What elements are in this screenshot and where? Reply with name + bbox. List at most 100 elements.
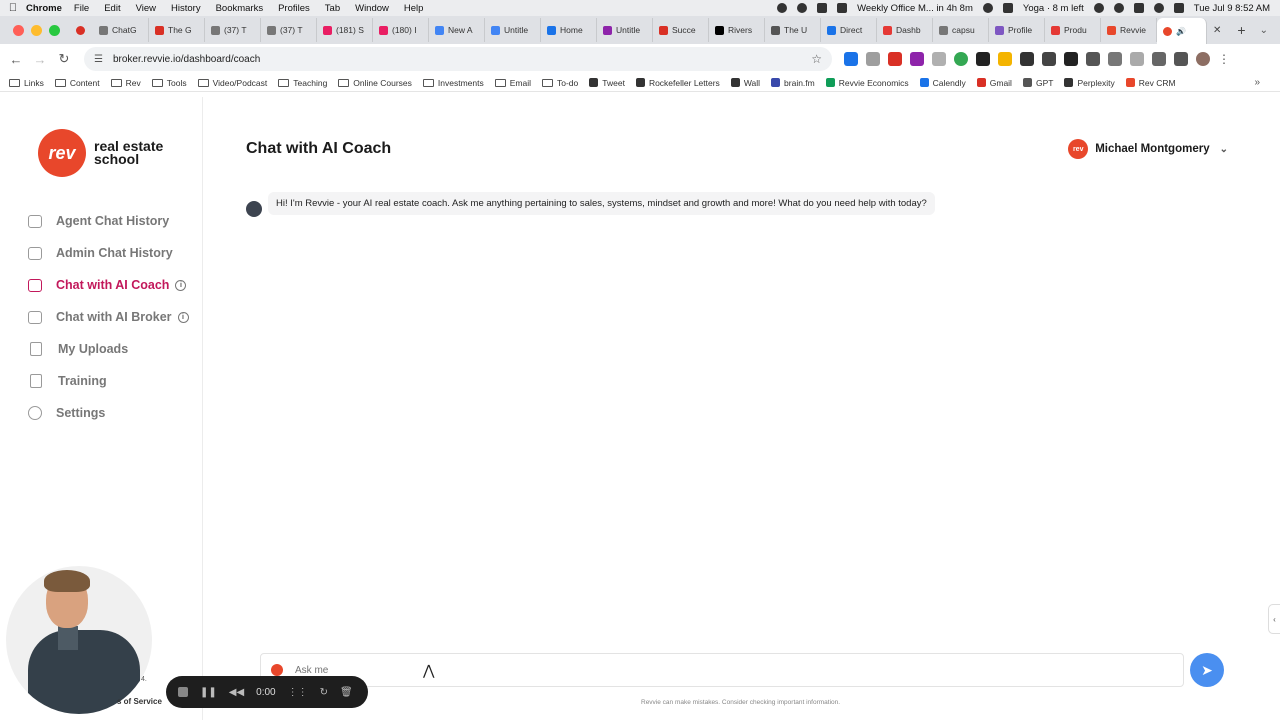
menu-edit[interactable]: Edit [104, 3, 120, 14]
extension-icon[interactable] [1108, 52, 1122, 66]
chat-composer[interactable]: ⋀ [260, 653, 1184, 687]
minimize-window-button[interactable] [31, 24, 42, 36]
extension-icon[interactable] [1064, 52, 1078, 66]
send-button[interactable]: ➤ [1190, 653, 1224, 687]
info-icon[interactable]: i [175, 279, 187, 291]
download-icon[interactable] [1174, 52, 1188, 66]
bookmark-item[interactable]: Tools [151, 78, 187, 88]
bookmark-star-icon[interactable]: ☆ [811, 52, 822, 66]
sidebar-item-agent-chat-history[interactable]: Agent Chat History [28, 205, 189, 237]
browser-tab[interactable]: The U [765, 18, 821, 42]
bookmark-item[interactable]: Calendly [919, 78, 966, 88]
tab-search-icon[interactable]: ⌄ [1260, 25, 1268, 36]
status-app-icon[interactable] [1133, 3, 1144, 13]
browser-tab[interactable]: Direct [821, 18, 877, 42]
sidebar-item-admin-chat-history[interactable]: Admin Chat History [28, 237, 189, 269]
browser-tab[interactable]: Untitle [485, 18, 541, 42]
back-button[interactable]: ← [4, 52, 28, 67]
status-app-icon[interactable] [1002, 3, 1013, 13]
bookmark-item[interactable]: Teaching [278, 78, 327, 88]
extension-icon[interactable] [976, 52, 990, 66]
new-tab-button[interactable]: + [1237, 22, 1245, 38]
bookmark-item[interactable]: Email [494, 78, 531, 88]
site-info-icon[interactable]: ☰ [94, 54, 103, 65]
menu-file[interactable]: File [74, 3, 89, 14]
menu-bookmarks[interactable]: Bookmarks [216, 3, 264, 14]
info-icon[interactable]: i [177, 311, 189, 323]
reload-button[interactable]: ↻ [52, 51, 76, 67]
menu-history[interactable]: History [171, 3, 201, 14]
extension-icon[interactable] [888, 52, 902, 66]
bookmark-item[interactable]: Revvie Economics [825, 78, 909, 88]
bookmark-item[interactable]: Links [9, 78, 44, 88]
rewind-button[interactable]: ◀◀ [229, 687, 244, 698]
bookmark-item[interactable]: Wall [730, 78, 760, 88]
stop-recording-button[interactable] [178, 687, 188, 697]
extension-icon[interactable] [932, 52, 946, 66]
bookmark-item[interactable]: Investments [422, 78, 484, 88]
bookmark-item[interactable]: Content [54, 78, 100, 88]
extension-icon[interactable] [1020, 52, 1034, 66]
browser-tab[interactable]: (37) T [205, 18, 261, 42]
bookmark-item[interactable]: Rockefeller Letters [635, 78, 720, 88]
browser-tab[interactable]: Dashb [877, 18, 933, 42]
restart-icon[interactable]: ↻ [320, 687, 328, 698]
bookmark-item[interactable]: To-do [541, 78, 578, 88]
extension-icon[interactable] [954, 52, 968, 66]
terms-of-service-link[interactable]: s of Service [117, 697, 162, 706]
extension-icon[interactable] [866, 52, 880, 66]
bookmark-item[interactable]: brain.fm [771, 78, 815, 88]
search-icon[interactable] [1153, 3, 1164, 13]
clock[interactable]: Tue Jul 9 8:52 AM [1194, 3, 1270, 14]
zoom-window-button[interactable] [49, 24, 60, 36]
calendar-meeting-status[interactable]: Weekly Office M... in 4h 8m [857, 3, 973, 14]
menu-profiles[interactable]: Profiles [278, 3, 310, 14]
bookmark-item[interactable]: Perplexity [1064, 78, 1115, 88]
browser-tab[interactable]: (181) S [317, 18, 373, 42]
chrome-menu-icon[interactable]: ⋮ [1218, 52, 1230, 66]
browser-tab[interactable]: Untitle [597, 18, 653, 42]
more-bookmarks-icon[interactable]: » [1254, 77, 1260, 88]
extension-icon[interactable] [844, 52, 858, 66]
sidebar-item-settings[interactable]: Settings [28, 397, 189, 429]
close-window-button[interactable] [13, 24, 24, 36]
menu-window[interactable]: Window [355, 3, 389, 14]
browser-tab[interactable]: Profile [989, 18, 1045, 42]
menu-help[interactable]: Help [404, 3, 424, 14]
side-panel-handle[interactable]: ‹ [1268, 604, 1280, 634]
wifi-icon[interactable] [1113, 3, 1124, 13]
extension-icon[interactable] [1086, 52, 1100, 66]
trash-icon[interactable]: 🗑 [340, 687, 353, 698]
bookmark-item[interactable]: Rev [110, 78, 141, 88]
close-tab-icon[interactable]: ✕ [1213, 25, 1221, 36]
extension-icon[interactable] [1042, 52, 1056, 66]
chevron-down-icon[interactable]: ⌄ [1220, 144, 1228, 155]
status-app-icon[interactable] [817, 3, 828, 13]
status-app-icon[interactable] [837, 3, 848, 13]
status-app-icon[interactable] [982, 3, 993, 13]
url-text[interactable]: broker.revvie.io/dashboard/coach [113, 54, 811, 65]
bookmark-item[interactable]: Online Courses [338, 78, 412, 88]
bookmark-item[interactable]: Video/Podcast [197, 78, 267, 88]
bookmark-item[interactable]: GPT [1022, 78, 1053, 88]
control-center-icon[interactable] [1173, 3, 1184, 13]
sidebar-item-chat-with-ai-coach[interactable]: Chat with AI Coach i [28, 269, 189, 301]
forward-button[interactable]: → [28, 52, 52, 67]
browser-tab[interactable]: Revvie [1101, 18, 1157, 42]
webcam-overlay[interactable] [6, 566, 152, 714]
menu-app-name[interactable]: Chrome [26, 3, 62, 14]
sidebar-item-chat-with-ai-broker[interactable]: Chat with AI Broker i [28, 301, 189, 333]
browser-tab[interactable]: (37) T [261, 18, 317, 42]
extension-icon[interactable] [998, 52, 1012, 66]
browser-tab[interactable]: Home [541, 18, 597, 42]
browser-tab[interactable]: (180) I [373, 18, 429, 42]
browser-tab[interactable]: The G [149, 18, 205, 42]
extension-icon[interactable] [910, 52, 924, 66]
bookmark-item[interactable]: Rev CRM [1125, 78, 1176, 88]
browser-tab[interactable]: ChatG [93, 18, 149, 42]
apple-icon[interactable]:  [0, 2, 26, 14]
user-menu[interactable]: rev Michael Montgomery ⌄ [1068, 139, 1228, 159]
sidebar-item-my-uploads[interactable]: My Uploads [28, 333, 189, 365]
bookmark-item[interactable]: Gmail [976, 78, 1012, 88]
address-bar[interactable]: ☰ broker.revvie.io/dashboard/coach ☆ [84, 47, 832, 71]
